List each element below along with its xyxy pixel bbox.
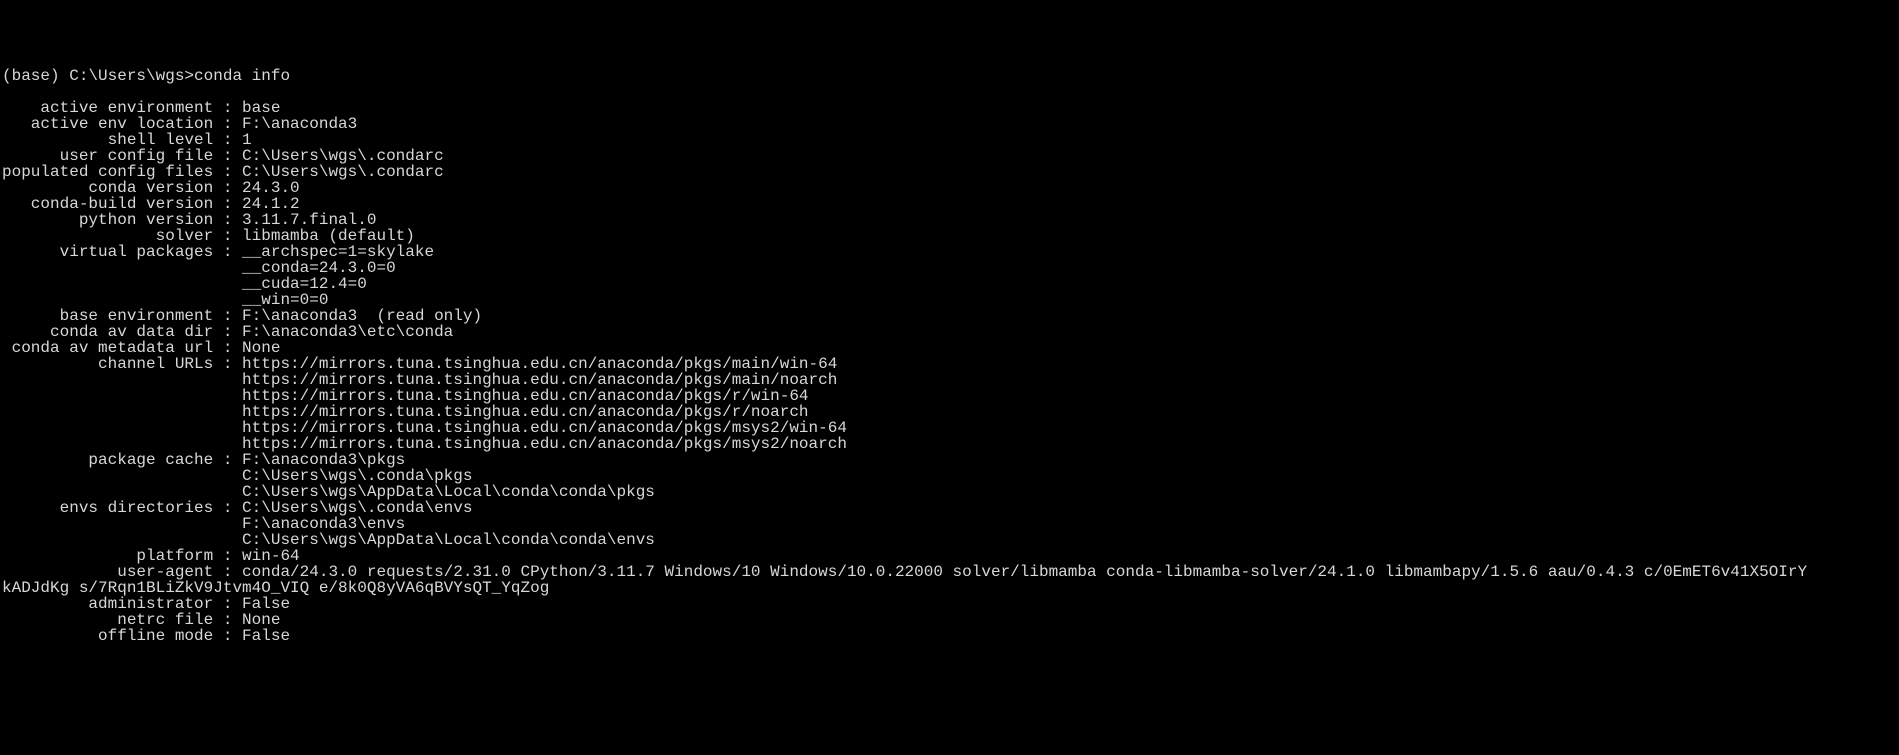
conda-info-fields-tail: administrator : False netrc file : None … bbox=[2, 595, 290, 645]
terminal-output[interactable]: (base) C:\Users\wgs>conda info active en… bbox=[2, 68, 1899, 644]
user-agent-line: user-agent : conda/24.3.0 requests/2.31.… bbox=[2, 563, 1807, 597]
prompt-line: (base) C:\Users\wgs>conda info bbox=[2, 67, 290, 85]
conda-info-fields: active environment : base active env loc… bbox=[2, 99, 847, 565]
